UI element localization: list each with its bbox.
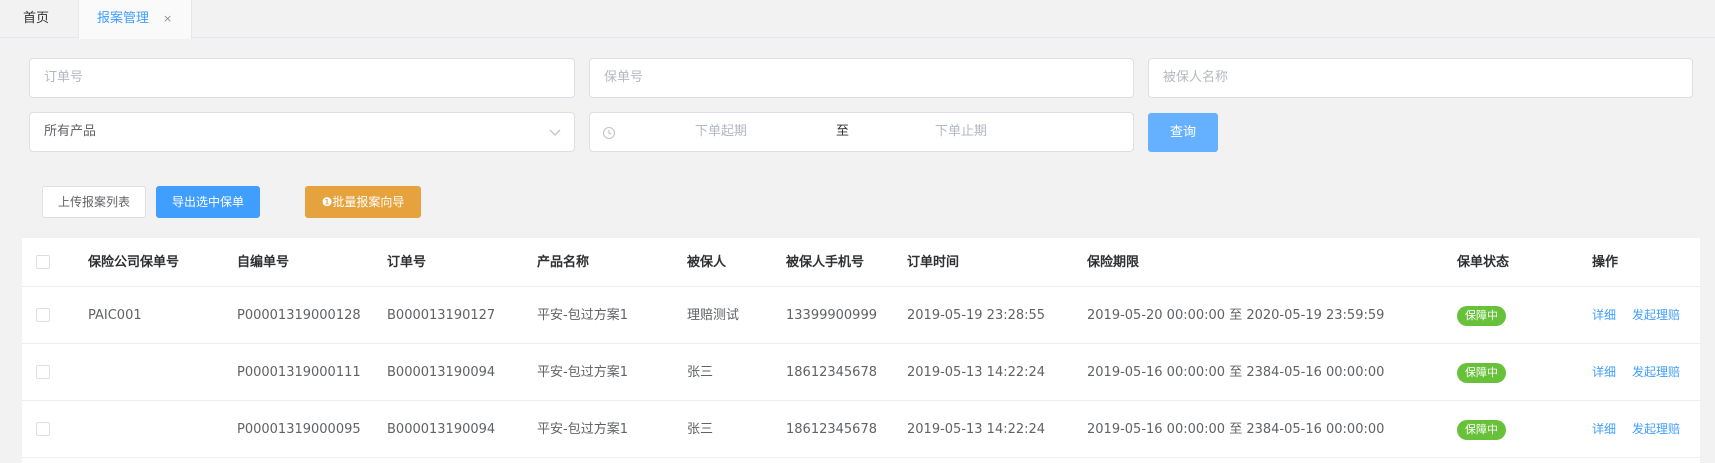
- status-badge: 保障中: [1457, 306, 1506, 326]
- cell-insured: 理赔测试: [687, 308, 740, 323]
- cell-company-policy-no: PAIC001: [88, 308, 142, 323]
- cell-self-no: P00001319000095: [237, 422, 361, 437]
- status-badge: 保障中: [1457, 363, 1506, 383]
- policy-table: 保险公司保单号 自编单号 订单号 产品名称 被保人 被保人手机号 订单时间 保险…: [22, 238, 1700, 463]
- row-checkbox[interactable]: [36, 365, 50, 379]
- tab-case-management[interactable]: 报案管理 ×: [78, 0, 192, 39]
- col-order-time: 订单时间: [907, 255, 960, 270]
- query-button[interactable]: 查询: [1148, 113, 1218, 152]
- table-row: PAIC001 P00001319000128 B000013190127 平安…: [22, 287, 1700, 344]
- tab-bar: 首页 报案管理 ×: [0, 0, 1715, 39]
- detail-link[interactable]: 详细: [1592, 401, 1616, 458]
- detail-link[interactable]: 详细: [1592, 344, 1616, 401]
- date-range-separator: 至: [836, 124, 850, 139]
- status-badge: 保障中: [1457, 420, 1506, 440]
- close-icon[interactable]: ×: [163, 0, 172, 38]
- cell-insured: 张三: [687, 365, 714, 380]
- col-self-no: 自编单号: [237, 255, 290, 270]
- clock-icon: [602, 126, 616, 140]
- order-date-range[interactable]: 下单起期 至 下单止期: [589, 112, 1134, 152]
- date-start-input[interactable]: 下单起期: [695, 113, 747, 151]
- cell-phone: 18612345678: [786, 365, 877, 380]
- detail-link[interactable]: 详细: [1592, 287, 1616, 344]
- col-period: 保险期限: [1087, 255, 1140, 270]
- order-no-input[interactable]: [44, 59, 534, 97]
- cell-phone: 18612345678: [786, 422, 877, 437]
- cell-order-time: 2019-05-19 23:28:55: [907, 308, 1046, 323]
- cell-order-no: B000013190094: [387, 365, 496, 380]
- cell-order-no: B000013190127: [387, 308, 496, 323]
- cell-self-no: P00001319000128: [237, 308, 361, 323]
- col-phone: 被保人手机号: [786, 255, 865, 270]
- cell-period: 2019-05-20 00:00:00 至 2020-05-19 23:59:5…: [1087, 308, 1385, 323]
- chevron-down-icon: [549, 129, 561, 136]
- col-product: 产品名称: [537, 255, 590, 270]
- col-actions: 操作: [1592, 255, 1619, 270]
- cell-period: 2019-05-16 00:00:00 至 2384-05-16 00:00:0…: [1087, 422, 1385, 437]
- date-end-input[interactable]: 下单止期: [935, 113, 987, 151]
- col-order-no: 订单号: [387, 255, 427, 270]
- batch-report-wizard-button[interactable]: ❶批量报案向导: [305, 186, 421, 218]
- tab-label: 报案管理: [97, 11, 150, 26]
- cell-insured: 张三: [687, 422, 714, 437]
- col-insured: 被保人: [687, 255, 727, 270]
- cell-period: 2019-05-16 00:00:00 至 2384-05-16 00:00:0…: [1087, 365, 1385, 380]
- policy-no-input[interactable]: [604, 59, 1093, 97]
- table-row: P00001319000111 B000013190094 平安-包过方案1 张…: [22, 344, 1700, 401]
- col-status: 保单状态: [1457, 255, 1510, 270]
- upload-case-list-button[interactable]: 上传报案列表: [42, 186, 146, 218]
- insured-name-field[interactable]: [1148, 58, 1693, 98]
- table-row: P00001319000095 B000013190094 平安-包过方案1 张…: [22, 401, 1700, 458]
- cell-product: 平安-包过方案1: [537, 422, 628, 437]
- tab-home[interactable]: 首页: [0, 0, 78, 38]
- col-company-policy-no: 保险公司保单号: [88, 255, 180, 270]
- cell-order-no: B000013190094: [387, 422, 496, 437]
- cell-product: 平安-包过方案1: [537, 365, 628, 380]
- cell-order-time: 2019-05-13 14:22:24: [907, 365, 1046, 380]
- cell-phone: 13399900999: [786, 308, 877, 323]
- cell-order-time: 2019-05-13 14:22:24: [907, 422, 1046, 437]
- cell-product: 平安-包过方案1: [537, 308, 628, 323]
- row-checkbox[interactable]: [36, 308, 50, 322]
- select-all-checkbox[interactable]: [36, 255, 50, 269]
- cell-self-no: P00001319000111: [237, 365, 361, 380]
- row-checkbox[interactable]: [36, 422, 50, 436]
- start-claim-link[interactable]: 发起理赔: [1632, 344, 1680, 401]
- start-claim-link[interactable]: 发起理赔: [1632, 401, 1680, 458]
- order-no-field[interactable]: [29, 58, 575, 98]
- product-select[interactable]: 所有产品: [29, 112, 575, 152]
- product-select-placeholder: 所有产品: [44, 124, 97, 139]
- policy-no-field[interactable]: [589, 58, 1134, 98]
- export-selected-button[interactable]: 导出选中保单: [156, 186, 260, 218]
- table-header: 保险公司保单号 自编单号 订单号 产品名称 被保人 被保人手机号 订单时间 保险…: [22, 238, 1700, 287]
- insured-name-input[interactable]: [1163, 59, 1652, 97]
- start-claim-link[interactable]: 发起理赔: [1632, 287, 1680, 344]
